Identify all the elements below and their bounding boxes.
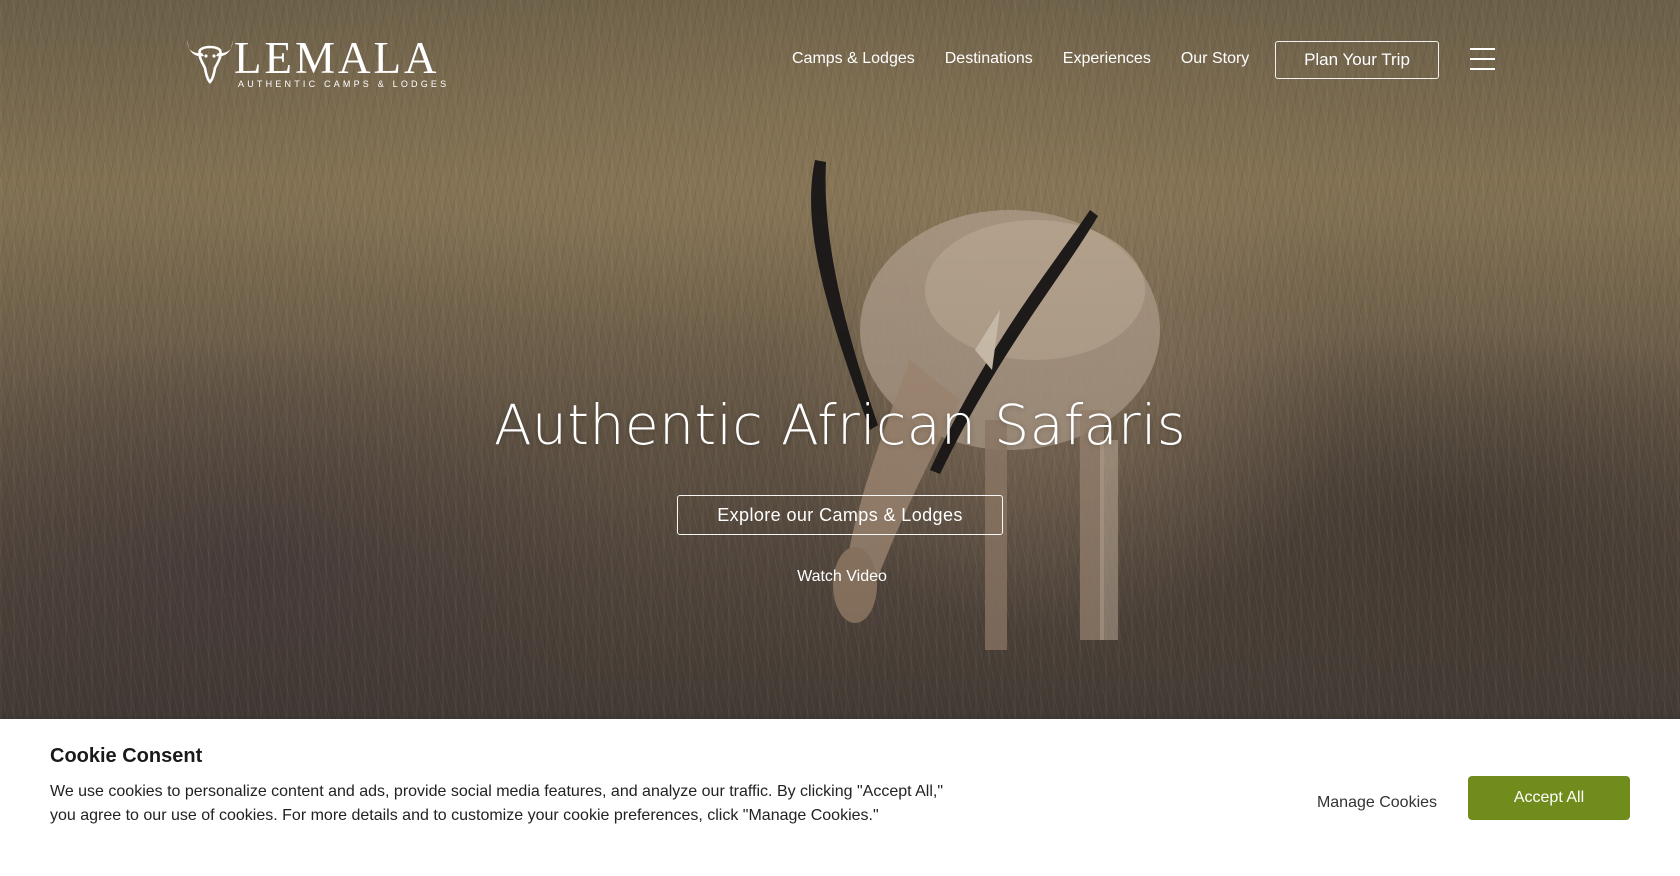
cookie-consent-text: We use cookies to personalize content an… — [50, 783, 944, 824]
plan-your-trip-button[interactable]: Plan Your Trip — [1275, 41, 1439, 79]
logo-tagline: AUTHENTIC CAMPS & LODGES — [238, 79, 450, 89]
site-header: LEMALA AUTHENTIC CAMPS & LODGES Camps & … — [0, 0, 1680, 120]
cookie-consent-title: Cookie Consent — [50, 745, 203, 767]
nav-link-destinations[interactable]: Destinations — [945, 50, 1033, 68]
main-nav: Camps & Lodges Destinations Experiences … — [792, 50, 1249, 68]
buffalo-skull-icon — [187, 40, 233, 84]
manage-cookies-button[interactable]: Manage Cookies — [1300, 788, 1454, 818]
logo-wordmark: LEMALA — [234, 33, 440, 83]
nav-link-camps-lodges[interactable]: Camps & Lodges — [792, 50, 915, 68]
accept-all-button[interactable]: Accept All — [1468, 776, 1630, 820]
nav-link-experiences[interactable]: Experiences — [1063, 50, 1151, 68]
page: LEMALA AUTHENTIC CAMPS & LODGES Camps & … — [0, 0, 1680, 876]
hero-title: Authentic African Safaris — [493, 393, 1187, 457]
hamburger-menu-icon[interactable] — [1470, 48, 1495, 72]
cookie-consent-banner: Cookie Consent We use cookies to persona… — [0, 719, 1680, 876]
watch-video-link[interactable]: Watch Video — [0, 568, 1680, 586]
explore-camps-lodges-button[interactable]: Explore our Camps & Lodges — [677, 495, 1003, 535]
lemala-logo[interactable]: LEMALA AUTHENTIC CAMPS & LODGES — [184, 34, 446, 90]
nav-link-our-story[interactable]: Our Story — [1181, 50, 1249, 68]
